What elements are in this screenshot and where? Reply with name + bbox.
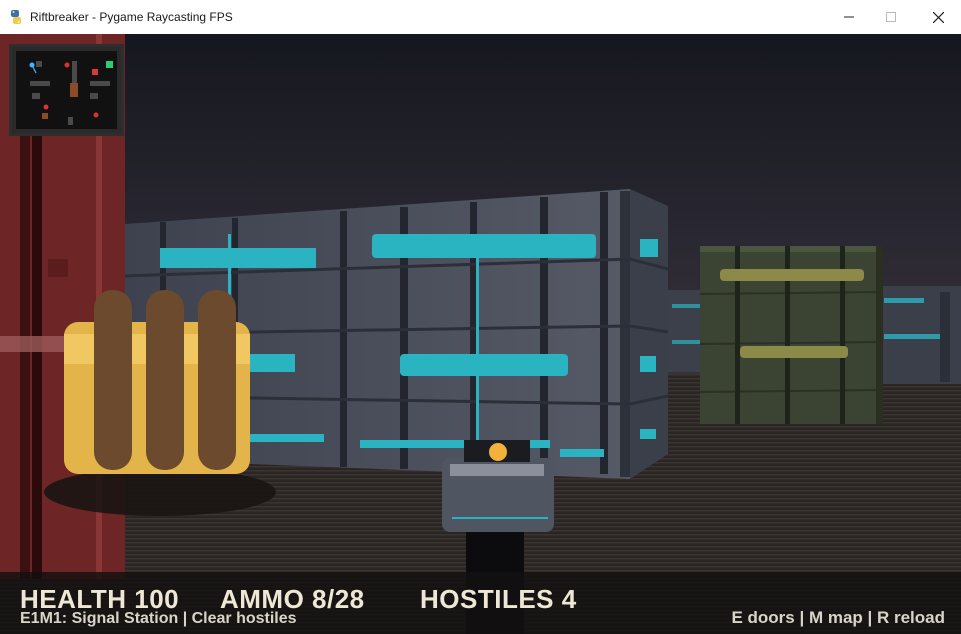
- controls-hint: E doors | M map | R reload: [731, 608, 945, 627]
- window-title: Riftbreaker - Pygame Raycasting FPS: [30, 10, 233, 24]
- game-viewport[interactable]: HEALTH 100 AMMO 8/28 HOSTILES 4 E1M1: Si…: [0, 34, 961, 634]
- ammo-pickup: [44, 290, 276, 516]
- level-objective: E1M1: Signal Station | Clear hostiles: [20, 610, 297, 627]
- hostiles-readout: HOSTILES 4: [420, 584, 577, 614]
- far-wall-right: [880, 286, 961, 384]
- raycast-scene: [0, 34, 961, 634]
- minimize-button[interactable]: [826, 0, 872, 34]
- hud-bar: HEALTH 100 AMMO 8/28 HOSTILES 4 E1M1: Si…: [0, 572, 961, 634]
- python-icon: [11, 10, 21, 24]
- minimize-icon: [844, 16, 854, 18]
- maximize-icon: [886, 12, 896, 22]
- sight-light: [489, 443, 507, 461]
- title-bar[interactable]: Riftbreaker - Pygame Raycasting FPS: [0, 0, 961, 35]
- close-button[interactable]: [915, 0, 961, 34]
- far-wall-center: [668, 290, 702, 372]
- green-wall: [699, 246, 884, 424]
- enemy-marker: [43, 104, 49, 110]
- close-icon: [932, 11, 944, 23]
- enemy-marker: [64, 62, 70, 68]
- game-window: Riftbreaker - Pygame Raycasting FPS HEAL…: [0, 0, 961, 634]
- enemy-marker: [93, 112, 99, 118]
- maximize-button[interactable]: [868, 0, 914, 34]
- minimap: [9, 44, 124, 136]
